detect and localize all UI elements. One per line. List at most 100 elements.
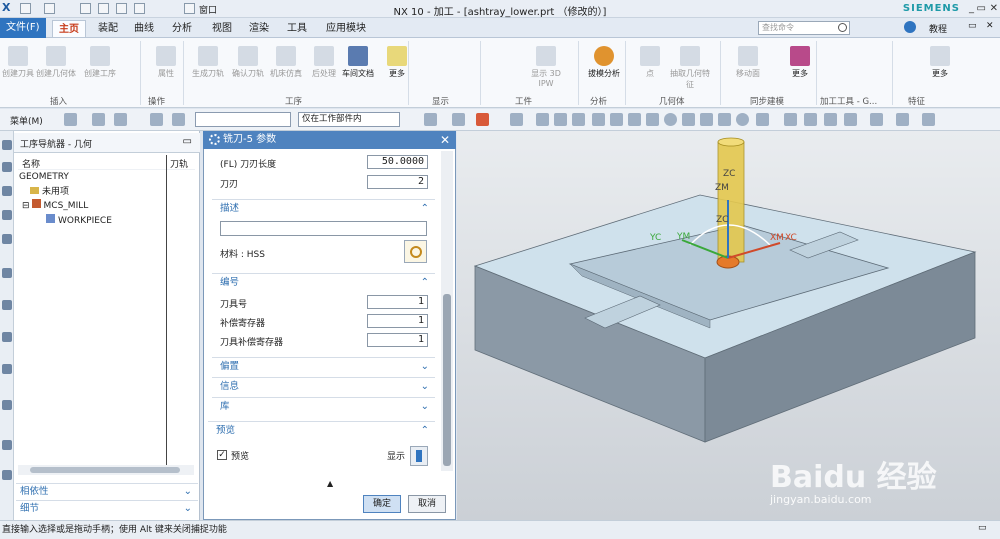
- point-button[interactable]: 点: [628, 40, 672, 79]
- info-section[interactable]: 信息 ⌄: [212, 377, 435, 394]
- adjust-register-input[interactable]: 1: [367, 314, 428, 328]
- toolbar-icon[interactable]: [628, 113, 641, 126]
- tab-assembly[interactable]: 装配: [92, 20, 124, 37]
- toolbar-icon[interactable]: [572, 113, 585, 126]
- numbers-section[interactable]: 编号 ⌃: [212, 273, 435, 290]
- move-face-button[interactable]: 移动面: [726, 40, 770, 79]
- horizontal-scrollbar[interactable]: [18, 465, 194, 475]
- extract-geometry-button[interactable]: 抽取几何特征: [668, 40, 712, 90]
- resource-bar-icon[interactable]: [2, 470, 12, 480]
- details-panel[interactable]: 细节 ⌄: [16, 500, 198, 516]
- toolbar-icon[interactable]: [844, 113, 857, 126]
- minimize-button[interactable]: _: [969, 3, 974, 14]
- more-button-3[interactable]: 更多: [918, 40, 962, 79]
- draft-analysis-button[interactable]: 拔模分析: [582, 40, 626, 79]
- toolbar-icon[interactable]: [784, 113, 797, 126]
- toolbar-icon[interactable]: [610, 113, 623, 126]
- tab-tools[interactable]: 工具: [281, 20, 313, 37]
- tree-row-workpiece[interactable]: WORKPIECE: [46, 214, 112, 228]
- resource-bar-icon[interactable]: [2, 234, 12, 244]
- resource-bar-icon[interactable]: [2, 364, 12, 374]
- tree-row-unused[interactable]: 未用项: [30, 185, 69, 199]
- preview-checkbox[interactable]: ✓: [217, 450, 227, 460]
- toolbar-icon[interactable]: [756, 113, 769, 126]
- show-preview-button[interactable]: [410, 446, 428, 466]
- create-geometry-button[interactable]: 创建几何体: [34, 40, 78, 79]
- restore-button[interactable]: ▭: [977, 3, 986, 14]
- ribbon-close-button[interactable]: ✕: [986, 21, 994, 31]
- scope-filter-dropdown[interactable]: 仅在工作部件内: [298, 112, 400, 127]
- resource-bar-icon[interactable]: [2, 140, 12, 150]
- toolbar-icon[interactable]: [824, 113, 837, 126]
- description-section[interactable]: 描述 ⌃: [212, 199, 435, 216]
- generate-path-button[interactable]: 生成刀轨: [186, 40, 230, 79]
- resource-bar-icon[interactable]: [2, 268, 12, 278]
- status-restore-button[interactable]: ▭: [978, 523, 987, 533]
- collapse-toggle-icon[interactable]: ▲: [327, 479, 333, 488]
- tree-row-mcs-mill[interactable]: ⊟ MCS_MILL: [22, 199, 88, 213]
- resource-bar-icon[interactable]: [2, 300, 12, 310]
- display-3d-ipw-button[interactable]: 显示 3D IPW: [524, 40, 568, 88]
- resource-bar-icon[interactable]: [2, 210, 12, 220]
- resource-bar-icon[interactable]: [2, 440, 12, 450]
- toolbar-icon[interactable]: [554, 113, 567, 126]
- toolbar-icon[interactable]: [718, 113, 731, 126]
- toolbar-icon[interactable]: [646, 113, 659, 126]
- tab-application[interactable]: 应用模块: [320, 20, 372, 37]
- help-icon[interactable]: [904, 21, 916, 33]
- preview-section[interactable]: 预览 ⌃: [208, 421, 435, 438]
- tab-view[interactable]: 视图: [206, 20, 238, 37]
- flutes-input[interactable]: 2: [367, 175, 428, 189]
- toolbar-icon[interactable]: [150, 113, 163, 126]
- tab-analysis[interactable]: 分析: [166, 20, 198, 37]
- command-search-input[interactable]: 查找命令: [758, 21, 850, 35]
- ok-button[interactable]: 确定: [363, 495, 401, 513]
- ribbon-restore-button[interactable]: ▭: [968, 21, 977, 31]
- tab-home[interactable]: 主页: [52, 20, 86, 37]
- toolbar-icon[interactable]: [736, 113, 749, 126]
- properties-button[interactable]: 属性: [144, 40, 188, 79]
- menu-button[interactable]: 菜单(M): [10, 114, 43, 127]
- toolbar-icon[interactable]: [682, 113, 695, 126]
- tab-render[interactable]: 渲染: [243, 20, 275, 37]
- toolbar-icon[interactable]: [804, 113, 817, 126]
- toolbar-icon[interactable]: [922, 113, 935, 126]
- toolbar-icon[interactable]: [114, 113, 127, 126]
- flute-length-input[interactable]: 50.0000: [367, 155, 428, 169]
- tab-curve[interactable]: 曲线: [128, 20, 160, 37]
- toolbar-icon[interactable]: [896, 113, 909, 126]
- resource-bar-icon[interactable]: [2, 162, 12, 172]
- navigator-close-button[interactable]: ▭: [183, 136, 192, 147]
- close-button[interactable]: ✕: [990, 3, 998, 14]
- shop-doc-button[interactable]: 车间文档: [336, 40, 380, 79]
- scrollbar-thumb[interactable]: [443, 294, 451, 466]
- toolbar-icon[interactable]: [700, 113, 713, 126]
- expand-icon[interactable]: ⊟: [22, 201, 30, 211]
- type-filter-dropdown[interactable]: [195, 112, 291, 127]
- snap-center-icon[interactable]: [664, 113, 677, 126]
- resource-bar-icon[interactable]: [2, 400, 12, 410]
- scrollbar-thumb[interactable]: [30, 467, 180, 473]
- resource-bar-icon[interactable]: [2, 186, 12, 196]
- toolbar-icon[interactable]: [536, 113, 549, 126]
- resource-bar-icon[interactable]: [2, 332, 12, 342]
- toolbar-icon[interactable]: [476, 113, 489, 126]
- material-library-button[interactable]: [404, 240, 427, 263]
- tree-row-geometry[interactable]: GEOMETRY: [19, 170, 69, 184]
- toolbar-icon[interactable]: [510, 113, 523, 126]
- tab-file[interactable]: 文件(F): [0, 18, 46, 38]
- cutcom-register-input[interactable]: 1: [367, 333, 428, 347]
- close-icon[interactable]: ✕: [440, 131, 450, 149]
- search-icon[interactable]: [838, 23, 847, 32]
- toolbar-icon[interactable]: [424, 113, 437, 126]
- more-button-1[interactable]: 更多: [375, 40, 419, 79]
- toolbar-icon[interactable]: [452, 113, 465, 126]
- description-input[interactable]: [220, 221, 427, 236]
- create-operation-button[interactable]: 创建工序: [78, 40, 122, 79]
- toolbar-icon[interactable]: [870, 113, 883, 126]
- toolbar-icon[interactable]: [92, 113, 105, 126]
- toolbar-icon[interactable]: [172, 113, 185, 126]
- toolbar-icon[interactable]: [592, 113, 605, 126]
- cancel-button[interactable]: 取消: [408, 495, 446, 513]
- dependencies-panel[interactable]: 相依性 ⌄: [16, 483, 198, 499]
